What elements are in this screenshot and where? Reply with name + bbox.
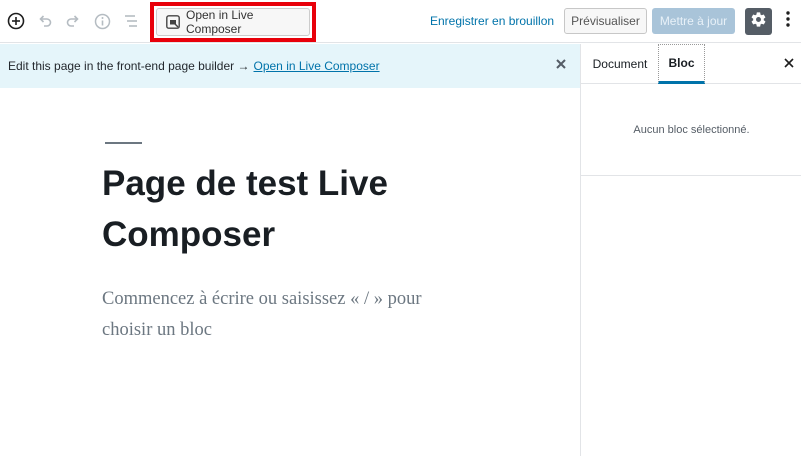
info-icon[interactable] [91, 10, 113, 32]
close-icon [784, 55, 794, 73]
notice-text: Edit this page in the front-end page bui… [8, 59, 250, 73]
open-live-composer-button[interactable]: Open in Live Composer [156, 8, 310, 36]
undo-icon[interactable] [34, 10, 56, 32]
title-separator [105, 142, 142, 144]
notice-open-live-composer-link[interactable]: Open in Live Composer [254, 59, 380, 73]
tab-document[interactable]: Document [589, 44, 651, 84]
post-title[interactable]: Page de test Live Composer [102, 158, 502, 260]
vertical-ellipsis-icon [786, 10, 790, 32]
redo-icon[interactable] [62, 10, 84, 32]
preview-button[interactable]: Prévisualiser [564, 8, 647, 34]
close-icon [556, 58, 566, 72]
settings-button[interactable] [745, 8, 772, 35]
sidebar-tabs: Document Bloc [581, 44, 801, 84]
notice-dismiss-button[interactable] [554, 58, 568, 72]
live-composer-icon [166, 15, 180, 29]
save-draft-button[interactable]: Enregistrer en brouillon [430, 14, 554, 28]
default-block-appender[interactable]: Commencez à écrire ou saisissez « / » po… [102, 284, 462, 346]
open-live-composer-label: Open in Live Composer [186, 8, 254, 36]
tab-block[interactable]: Bloc [658, 44, 705, 84]
block-navigation-icon[interactable] [120, 10, 142, 32]
more-options-button[interactable] [778, 10, 798, 32]
sidebar-close-button[interactable] [782, 57, 796, 71]
live-composer-notice: Edit this page in the front-end page bui… [0, 44, 580, 88]
settings-sidebar: Document Bloc Aucun bloc sélectionné. [580, 44, 801, 456]
update-button[interactable]: Mettre à jour [652, 8, 735, 34]
gear-icon [750, 11, 767, 33]
editor-header-toolbar: Open in Live Composer Enregistrer en bro… [0, 0, 801, 43]
add-block-icon[interactable] [5, 10, 27, 32]
no-block-selected-message: Aucun bloc sélectionné. [581, 84, 801, 176]
